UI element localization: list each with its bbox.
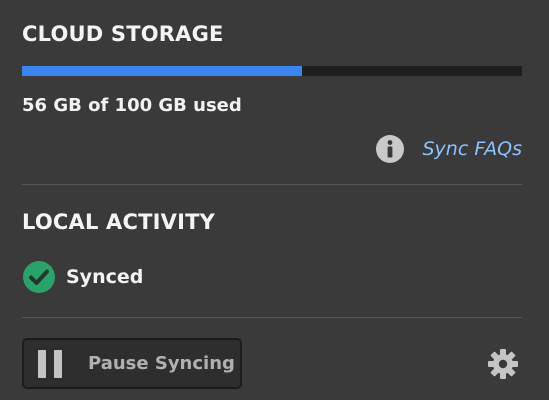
- pause-syncing-label: Pause Syncing: [88, 353, 235, 374]
- storage-progress-fill: [22, 66, 302, 76]
- faq-row: Sync FAQs: [375, 134, 523, 164]
- section-divider: [22, 184, 522, 185]
- settings-button[interactable]: [486, 347, 520, 381]
- storage-progress-bar: [22, 66, 522, 76]
- local-activity-title: LOCAL ACTIVITY: [22, 210, 216, 234]
- pause-syncing-button[interactable]: Pause Syncing: [22, 338, 242, 389]
- sync-faqs-link[interactable]: Sync FAQs: [423, 138, 523, 160]
- storage-usage-text: 56 GB of 100 GB used: [22, 95, 242, 116]
- info-icon[interactable]: [375, 134, 405, 164]
- cloud-storage-title: CLOUD STORAGE: [22, 22, 224, 46]
- gear-icon: [488, 349, 518, 379]
- sync-panel: CLOUD STORAGE 56 GB of 100 GB used Sync …: [0, 0, 549, 400]
- section-divider: [22, 317, 522, 318]
- pause-icon: [38, 349, 62, 378]
- check-circle-icon: [23, 261, 55, 293]
- sync-status-label: Synced: [66, 266, 144, 288]
- sync-status: Synced: [22, 260, 143, 294]
